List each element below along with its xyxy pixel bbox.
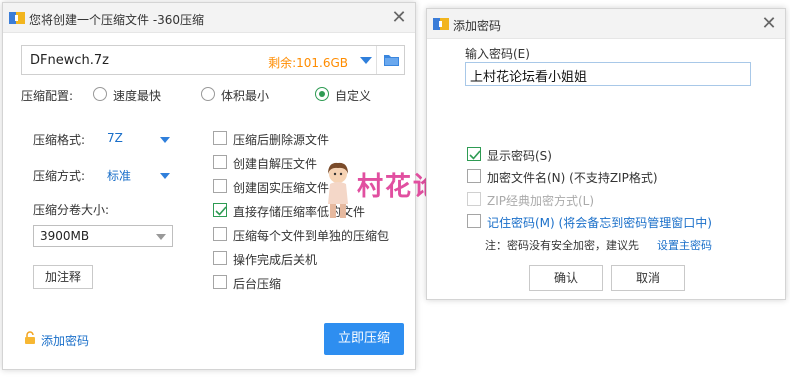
radio-custom-label[interactable]: 自定义 <box>335 87 371 104</box>
option-separate-archives-label[interactable]: 压缩每个文件到单独的压缩包 <box>233 227 389 244</box>
add-comment-button[interactable]: 加注释 <box>33 265 93 289</box>
archive-path-field[interactable]: DFnewch.7z 剩余:101.6GB <box>21 45 405 75</box>
checkbox-self-extract[interactable] <box>213 155 227 169</box>
remember-password-label[interactable]: 记住密码(M) (将会备忘到密码管理窗口中) <box>487 214 712 231</box>
checkmark-icon <box>215 206 227 216</box>
watermark-figure <box>318 162 358 220</box>
radio-custom[interactable] <box>315 87 329 101</box>
compress-dialog-title: 您将创建一个压缩文件 -360压缩 <box>29 13 205 27</box>
volume-size-value: 3900MB <box>40 229 90 243</box>
archive-app-icon <box>433 16 449 32</box>
compress-dialog-titlebar[interactable]: 您将创建一个压缩文件 -360压缩 ✕ <box>3 3 415 33</box>
zip-classic-label: ZIP经典加密方式(L) <box>487 194 595 208</box>
chevron-down-icon[interactable] <box>360 57 372 64</box>
close-icon[interactable]: ✕ <box>389 8 409 28</box>
volume-size-combo[interactable]: 3900MB <box>33 225 173 247</box>
checkbox-solid-archive[interactable] <box>213 179 227 193</box>
password-dialog-titlebar[interactable]: 添加密码 ✕ <box>427 9 785 39</box>
lock-icon[interactable] <box>23 331 37 345</box>
folder-icon[interactable] <box>376 46 404 74</box>
show-password-label[interactable]: 显示密码(S) <box>487 147 552 164</box>
password-input[interactable]: 上村花论坛看小姐姐 <box>465 62 751 86</box>
checkbox-separate-archives[interactable] <box>213 227 227 241</box>
format-select[interactable]: 7Z <box>107 131 123 145</box>
option-solid-archive-label[interactable]: 创建固实压缩文件 <box>233 179 329 196</box>
set-master-password-link[interactable]: 设置主密码 <box>657 237 712 253</box>
checkmark-icon <box>469 150 481 160</box>
chevron-down-icon[interactable] <box>160 173 170 179</box>
volume-label: 压缩分卷大小: <box>33 203 110 217</box>
password-input-label: 输入密码(E) <box>465 47 530 61</box>
compress-now-button[interactable]: 立即压缩 <box>324 323 404 355</box>
checkbox-remember-password[interactable] <box>467 214 481 228</box>
close-icon[interactable]: ✕ <box>759 14 779 34</box>
chevron-down-icon[interactable] <box>160 137 170 143</box>
radio-size-smallest-label[interactable]: 体积最小 <box>221 87 269 104</box>
radio-size-smallest[interactable] <box>201 87 215 101</box>
method-select[interactable]: 标准 <box>107 167 131 184</box>
format-label: 压缩格式: <box>33 133 86 147</box>
checkbox-background[interactable] <box>213 275 227 289</box>
archive-path-value: DFnewch.7z <box>30 53 109 68</box>
checkbox-zip-classic <box>467 192 481 206</box>
password-dialog: 添加密码 ✕ 输入密码(E) 上村花论坛看小姐姐 显示密码(S) 加密文件名(N… <box>426 8 786 300</box>
password-value: 上村花论坛看小姐姐 <box>470 70 588 85</box>
radio-speed-fastest[interactable] <box>93 87 107 101</box>
checkbox-shutdown[interactable] <box>213 251 227 265</box>
security-note: 注：密码没有安全加密，建议先 <box>485 239 639 252</box>
password-dialog-title: 添加密码 <box>453 19 502 33</box>
config-label: 压缩配置: <box>21 89 74 103</box>
encrypt-names-label[interactable]: 加密文件名(N) (不支持ZIP格式) <box>487 169 658 186</box>
option-background-label[interactable]: 后台压缩 <box>233 275 281 292</box>
method-label: 压缩方式: <box>33 169 86 183</box>
radio-speed-fastest-label[interactable]: 速度最快 <box>113 87 161 104</box>
checkbox-show-password[interactable] <box>467 147 481 161</box>
archive-app-icon <box>9 10 25 26</box>
confirm-button[interactable]: 确认 <box>529 265 603 291</box>
checkbox-store-low-ratio[interactable] <box>213 203 227 217</box>
free-space-label: 剩余:101.6GB <box>268 56 348 70</box>
cancel-button[interactable]: 取消 <box>611 265 685 291</box>
chevron-down-icon[interactable] <box>156 234 166 240</box>
option-shutdown-label[interactable]: 操作完成后关机 <box>233 251 317 268</box>
add-password-link[interactable]: 添加密码 <box>41 332 89 349</box>
option-self-extract-label[interactable]: 创建自解压文件 <box>233 155 317 172</box>
checkbox-encrypt-names[interactable] <box>467 169 481 183</box>
checkbox-delete-source[interactable] <box>213 131 227 145</box>
option-delete-source-label[interactable]: 压缩后删除源文件 <box>233 131 329 148</box>
